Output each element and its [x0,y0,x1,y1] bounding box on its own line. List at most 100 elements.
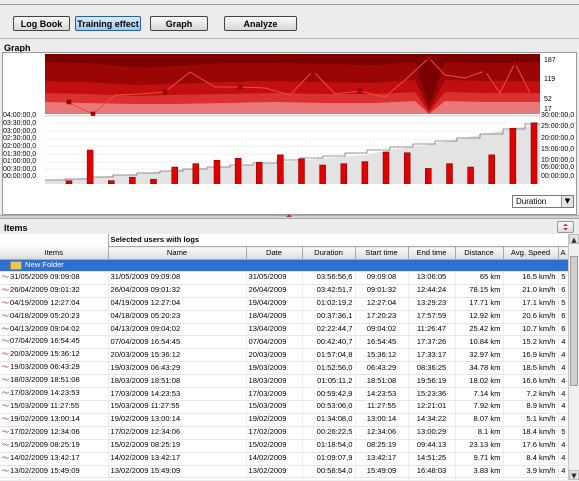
training-effect-button[interactable]: Training effect [75,16,141,31]
distance-cell: 8.1 km [455,426,504,440]
table-row[interactable]: 〜17/03/2009 14:23:53 17/03/2009 14:23:53 1… [0,387,568,401]
table-row[interactable]: 〜04/18/2009 05:20:23 04/18/2009 05:20:23 1… [0,310,568,324]
col-header-items[interactable]: Items [0,246,109,260]
col-header-end-time[interactable]: End time [408,246,456,260]
left-axis-label: 04:00:00,0 [3,112,37,119]
scroll-thumb[interactable] [570,256,578,386]
scroll-down-icon[interactable]: ▼ [569,470,579,480]
duration-bar [129,176,136,184]
name-cell: 26/04/2009 09:01:32 [108,284,247,298]
table-row[interactable]: 〜20/03/2009 15:36:12 20/03/2009 15:36:12 2… [0,348,568,363]
duration-bar [382,151,390,184]
name-cell: 14/02/2009 13:42:17 [108,452,247,466]
start-time-cell: 16:54:45 [355,335,409,350]
log-book-button[interactable]: Log Book [13,16,70,31]
left-axis-label: 02:30:00,0 [3,135,37,142]
date-cell: 19/02/2009 [246,413,303,427]
item-cell: 〜13/02/2009 15:49:09 [0,465,109,479]
item-label: 31/05/2009 09:09:08 [10,271,80,281]
avg-speed-cell: 15.2 km/h [503,335,559,350]
left-axis-label: 00:00:00,0 [3,173,37,180]
duration-cell: 01:09:07,9 [302,452,356,466]
date-cell: 17/03/2009 [246,387,303,401]
a-cell: 4 [558,400,568,414]
items-table-body: New Folder 〜31/05/2009 09:09:08 31/05/200… [0,259,568,480]
col-header-distance[interactable]: Distance [455,246,504,260]
duration-bar [340,163,348,184]
item-cell: 〜04/19/2009 12:27:04 [0,297,109,311]
table-row[interactable]: 〜17/02/2009 12:34:06 17/02/2009 12:34:06 1… [0,426,568,440]
distance-cell: 65 km [455,271,504,285]
item-label: 20/03/2009 15:36:12 [10,349,80,359]
vertical-scrollbar[interactable]: ▲ ▼ [568,234,579,480]
col-header-duration[interactable]: Duration [302,246,356,260]
table-row[interactable]: 〜04/19/2009 12:27:04 04/19/2009 12:27:04 1… [0,297,568,311]
table-row[interactable]: 〜31/05/2009 09:09:08 31/05/2009 09:09:08 3… [0,271,568,285]
col-header-date[interactable]: Date [246,246,303,260]
splitter-grip-icon[interactable] [286,214,292,217]
toolbar-panel: Log Book Training effect Graph Analyze [0,0,579,39]
item-label: 19/03/2009 06:43:29 [10,362,80,372]
duration-cell: 00:59:42,9 [302,387,356,401]
right-axis-label: 10:00:00,0 [541,157,575,164]
avg-speed-cell: 16.9 km/h [503,348,559,363]
activity-icon: 〜 [2,286,9,294]
table-row[interactable]: 〜13/02/2009 15:49:09 13/02/2009 15:49:09 1… [0,465,568,479]
duration-cell: 01:52:56,0 [302,361,356,376]
avg-speed-cell: 17.6 km/h [503,439,559,453]
item-cell: 〜19/03/2009 06:43:29 [0,361,109,376]
left-axis-label: 03:30:00,0 [3,120,37,127]
items-table: Selected users with logs Items Name Date… [0,234,568,480]
col-header-a[interactable]: A [558,246,568,260]
collapse-panel-button[interactable] [557,221,574,233]
end-time-cell: 17:37:26 [408,335,456,350]
distance-cell: 23.13 km [455,439,504,453]
table-row[interactable]: 〜19/03/2009 06:43:29 19/03/2009 06:43:29 1… [0,361,568,376]
chevron-down-icon[interactable]: ▼ [561,196,573,207]
duration-bar [86,149,94,184]
activity-icon: 〜 [2,338,9,346]
name-cell: 18/03/2009 18:51:08 [108,374,247,389]
item-cell: 〜04/18/2009 05:20:23 [0,310,109,324]
folder-row[interactable]: New Folder [0,259,568,272]
item-cell: 〜14/02/2009 13:42:17 [0,452,109,466]
table-row[interactable]: 〜19/02/2009 13:00:14 19/02/2009 13:00:14 1… [0,413,568,427]
activity-icon: 〜 [2,415,9,423]
date-cell: 14/02/2009 [246,452,303,466]
a-cell: 6 [558,323,568,337]
table-row[interactable]: 〜14/02/2009 13:42:17 14/02/2009 13:42:17 1… [0,452,568,466]
table-row[interactable]: 〜15/02/2009 08:25:19 15/02/2009 08:25:19 1… [0,439,568,453]
table-row[interactable]: 〜04/13/2009 09:04:02 04/13/2009 09:04:02 1… [0,323,568,337]
name-cell: 04/19/2009 12:27:04 [108,297,247,311]
end-time-cell: 08:36:25 [408,361,456,376]
scroll-up-icon[interactable]: ▲ [569,234,579,244]
distance-cell: 9.71 km [455,452,504,466]
start-time-cell: 17:20:23 [355,310,409,324]
duration-cell: 00:58:54,0 [302,465,356,479]
end-time-cell: 09:44:13 [408,439,456,453]
graph-button[interactable]: Graph [150,16,208,31]
table-row[interactable]: 〜26/04/2009 09:01:32 26/04/2009 09:01:32 2… [0,284,568,298]
a-cell: 4 [558,465,568,479]
activity-icon: 〜 [2,441,9,449]
table-row[interactable]: 〜18/03/2009 18:51:08 18/03/2009 18:51:08 1… [0,374,568,389]
item-cell: 〜07/04/2009 16:54:45 [0,335,109,350]
avg-speed-cell: 8.9 km/h [503,400,559,414]
analyze-button[interactable]: Analyze [224,16,297,31]
activity-icon: 〜 [2,364,9,372]
duration-cell: 00:53:06,0 [302,400,356,414]
table-row[interactable]: 〜07/04/2009 16:54:45 07/04/2009 16:54:45 0… [0,335,568,350]
date-cell: 17/02/2009 [246,426,303,440]
metric-dropdown[interactable]: Duration ▼ [512,195,574,208]
duration-bar [425,168,432,184]
duration-bar [213,159,221,184]
col-header-avg-speed[interactable]: Avg. Speed [503,246,559,260]
start-time-cell: 15:49:09 [355,465,409,479]
activity-icon: 〜 [2,351,9,359]
col-header-start-time[interactable]: Start time [355,246,409,260]
table-row[interactable]: 〜15/03/2009 11:27:55 15/03/2009 11:27:55 1… [0,400,568,414]
date-cell: 15/02/2009 [246,439,303,453]
group-header-row: Selected users with logs [0,234,568,247]
col-header-name[interactable]: Name [108,246,247,260]
start-time-cell: 09:01:32 [355,284,409,298]
